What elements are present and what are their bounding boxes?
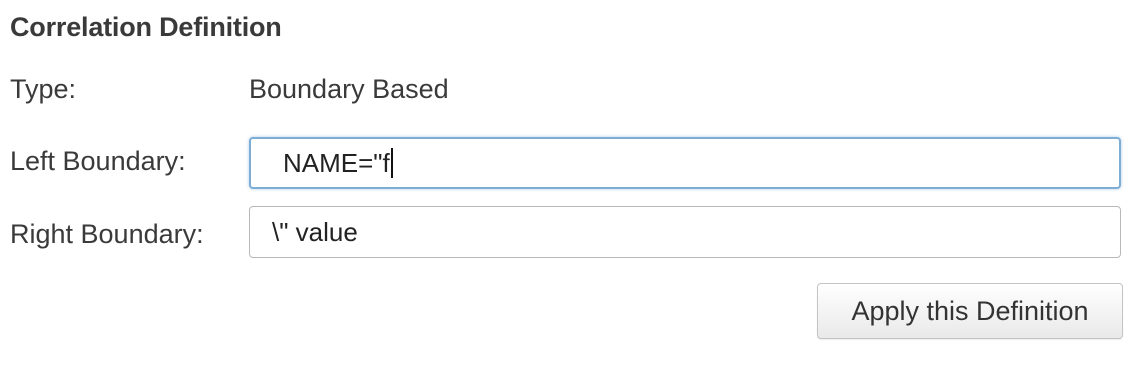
left-boundary-input[interactable]: NAME="f [249,137,1121,189]
left-boundary-label: Left Boundary: [10,146,186,176]
left-boundary-value: NAME="f [283,147,390,178]
type-value: Boundary Based [249,74,449,104]
type-label: Type: [10,74,77,104]
right-boundary-label: Right Boundary: [10,219,204,249]
text-caret [390,148,393,178]
apply-definition-button[interactable]: Apply this Definition [817,283,1123,339]
right-boundary-value: \" value [272,216,358,247]
right-boundary-input[interactable]: \" value [249,206,1121,258]
section-title: Correlation Definition [10,12,282,42]
apply-definition-label: Apply this Definition [851,295,1089,326]
